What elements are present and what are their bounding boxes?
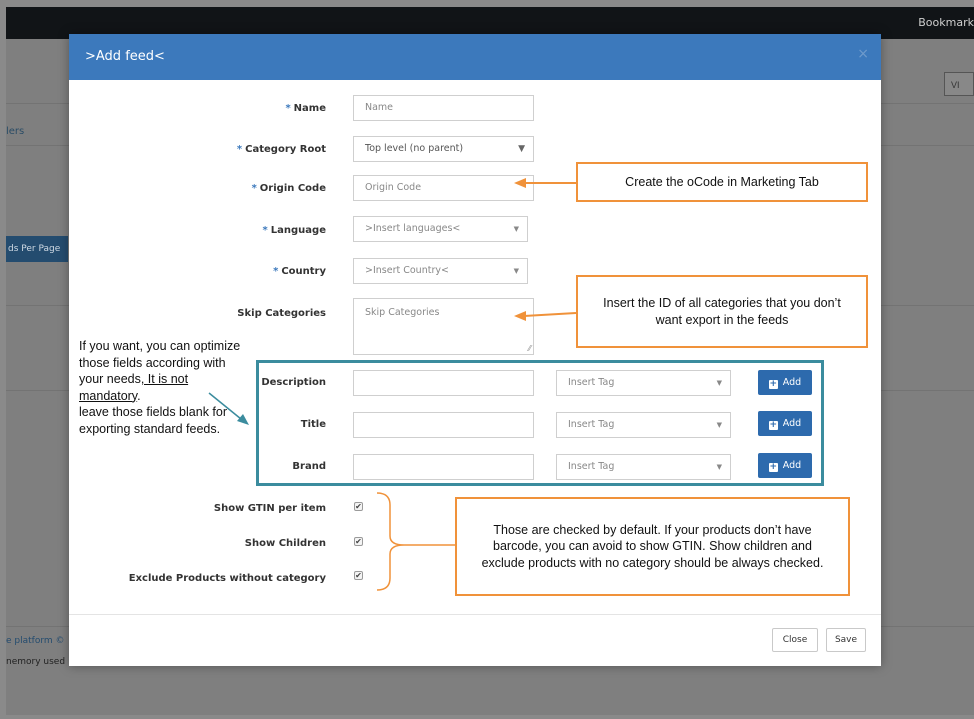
arrow-head [237, 414, 249, 425]
arrow-head [514, 311, 526, 321]
annotation-arrows [208, 178, 577, 591]
arrow-head [514, 178, 526, 188]
curly-bracket [376, 492, 405, 591]
arrow-line [523, 312, 577, 317]
arrow-line [208, 392, 242, 420]
